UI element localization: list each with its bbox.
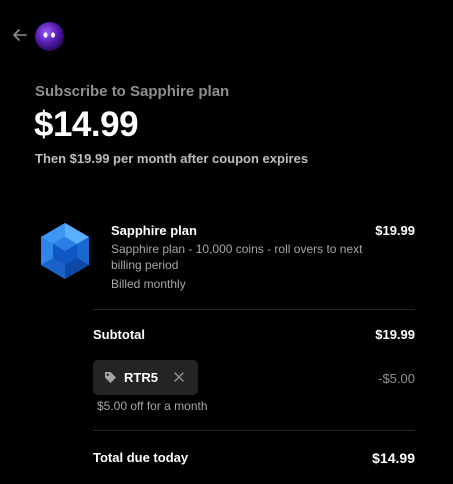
amount-due: $14.99: [34, 105, 139, 144]
subscribe-title: Subscribe to Sapphire plan: [35, 83, 230, 100]
recurring-price-note: Then $19.99 per month after coupon expir…: [35, 151, 309, 166]
tag-icon: [105, 372, 116, 383]
plan-name: Sapphire plan: [111, 223, 197, 238]
subtotal-value: $19.99: [375, 327, 415, 342]
total-label: Total due today: [93, 450, 189, 465]
divider: [93, 430, 415, 431]
coupon-chip: RTR5: [93, 360, 198, 395]
plan-description: Sapphire plan - 10,000 coins - roll over…: [111, 242, 363, 272]
billing-frequency: Billed monthly: [111, 277, 186, 291]
subtotal-label: Subtotal: [93, 327, 145, 342]
plan-price: $19.99: [375, 223, 415, 238]
total-value: $14.99: [372, 450, 415, 466]
discount-amount: -$5.00: [378, 371, 415, 386]
coupon-note: $5.00 off for a month: [97, 399, 208, 413]
close-icon[interactable]: [173, 371, 185, 383]
sapphire-gem-icon: [41, 223, 89, 279]
divider: [93, 309, 415, 310]
back-arrow-icon[interactable]: [10, 25, 30, 45]
coupon-code: RTR5: [124, 370, 158, 385]
avatar: [35, 22, 64, 51]
